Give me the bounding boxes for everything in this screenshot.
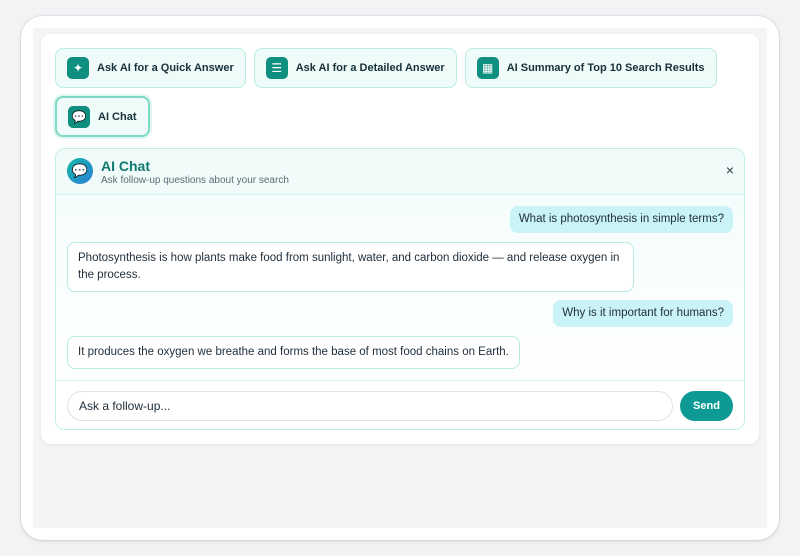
ai-chat-panel: 💬 AI Chat Ask follow-up questions about … [55, 148, 745, 430]
user-message: What is photosynthesis in simple terms? [509, 206, 733, 233]
user-message: Why is it important for humans? [553, 300, 733, 327]
message-list: What is photosynthesis in simple terms? … [56, 195, 744, 380]
ai-toolbar: ✦ Ask AI for a Quick Answer ☰ Ask AI for… [55, 48, 745, 137]
ai-chat-button[interactable]: 💬 AI Chat [55, 96, 150, 137]
summary-label: AI Summary of Top 10 Search Results [506, 62, 705, 74]
chat-title: AI Chat [101, 158, 150, 174]
ai-chat-label: AI Chat [98, 110, 137, 123]
summary-icon: ▦ [476, 57, 499, 79]
list-icon: ☰ [265, 57, 288, 79]
follow-up-input[interactable] [67, 391, 673, 421]
chat-header: 💬 AI Chat Ask follow-up questions about … [56, 149, 744, 195]
close-icon[interactable]: × [726, 162, 734, 178]
screen: ✦ Ask AI for a Quick Answer ☰ Ask AI for… [33, 28, 767, 528]
ai-message: It produces the oxygen we breathe and fo… [67, 336, 520, 369]
device-frame: ✦ Ask AI for a Quick Answer ☰ Ask AI for… [21, 16, 779, 540]
detailed-answer-button[interactable]: ☰ Ask AI for a Detailed Answer [253, 48, 457, 88]
ai-message: Photosynthesis is how plants make food f… [67, 242, 634, 292]
send-button[interactable]: Send [680, 391, 733, 421]
chat-icon: 💬 [68, 105, 90, 128]
sparkle-icon: ✦ [67, 57, 89, 79]
detailed-answer-label: Ask AI for a Detailed Answer [295, 62, 445, 74]
quick-answer-label: Ask AI for a Quick Answer [97, 62, 234, 74]
chat-composer: Send [56, 380, 744, 429]
quick-answer-button[interactable]: ✦ Ask AI for a Quick Answer [55, 48, 246, 88]
chat-subtitle: Ask follow-up questions about your searc… [101, 175, 289, 186]
summary-button[interactable]: ▦ AI Summary of Top 10 Search Results [464, 48, 717, 88]
ai-tools-card: ✦ Ask AI for a Quick Answer ☰ Ask AI for… [41, 34, 759, 444]
chat-bubble-icon: 💬 [67, 158, 93, 184]
